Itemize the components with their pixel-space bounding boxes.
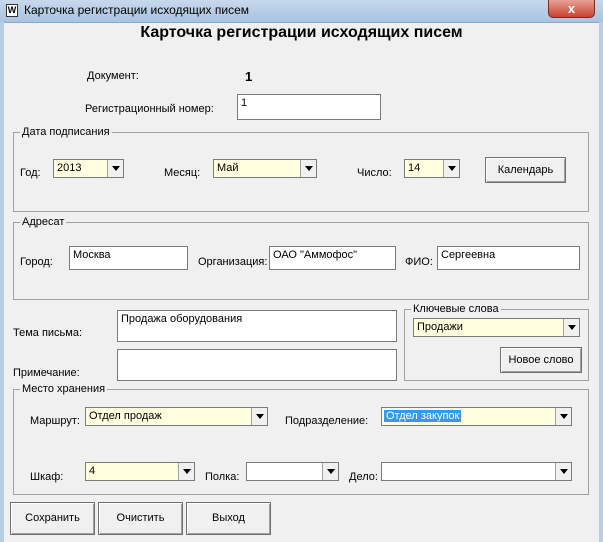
save-button[interactable]: Сохранить xyxy=(10,502,95,535)
cabinet-combo[interactable]: 4 xyxy=(85,462,195,481)
department-value: Отдел закупок xyxy=(384,410,462,422)
document-value: 1 xyxy=(245,69,253,84)
chevron-down-icon[interactable] xyxy=(555,463,571,480)
case-combo[interactable] xyxy=(381,462,572,481)
case-label: Дело: xyxy=(349,471,378,483)
form-heading: Карточка регистрации исходящих писем xyxy=(140,24,463,41)
fio-label: ФИО: xyxy=(405,256,433,268)
chevron-down-icon[interactable] xyxy=(322,463,338,480)
note-input[interactable] xyxy=(117,349,397,381)
organization-input[interactable]: ОАО "Аммофос" xyxy=(269,246,396,270)
route-value: Отдел продаж xyxy=(89,410,162,422)
signing-date-legend: Дата подписания xyxy=(20,126,112,138)
chevron-down-icon[interactable] xyxy=(178,463,194,480)
window-title: Карточка регистрации исходящих писем xyxy=(24,3,250,17)
shelf-label: Полка: xyxy=(205,471,240,483)
chevron-down-icon[interactable] xyxy=(300,160,316,177)
city-input[interactable]: Москва xyxy=(69,246,188,270)
city-label: Город: xyxy=(20,256,53,268)
department-label: Подразделение: xyxy=(285,415,369,427)
route-label: Маршрут: xyxy=(30,415,80,427)
reg-number-input[interactable]: 1 xyxy=(237,94,381,120)
day-value: 14 xyxy=(408,162,421,174)
document-label: Документ: xyxy=(87,70,139,82)
month-label: Месяц: xyxy=(164,167,201,179)
day-label: Число: xyxy=(357,167,392,179)
month-combo[interactable]: Май xyxy=(213,159,317,178)
route-combo[interactable]: Отдел продаж xyxy=(85,407,268,426)
year-value: 2013 xyxy=(57,162,82,174)
reg-number-label: Регистрационный номер: xyxy=(85,103,214,115)
new-word-button[interactable]: Новое слово xyxy=(500,347,582,373)
department-combo[interactable]: Отдел закупок xyxy=(381,407,572,426)
cabinet-value: 4 xyxy=(89,465,96,477)
chevron-down-icon[interactable] xyxy=(563,319,579,336)
chevron-down-icon[interactable] xyxy=(251,408,267,425)
organization-label: Организация: xyxy=(198,256,268,268)
day-combo[interactable]: 14 xyxy=(404,159,460,178)
chevron-down-icon[interactable] xyxy=(443,160,459,177)
year-label: Год: xyxy=(20,167,41,179)
close-button[interactable]: x xyxy=(548,0,595,18)
month-value: Май xyxy=(217,162,239,174)
note-label: Примечание: xyxy=(13,367,80,379)
chevron-down-icon[interactable] xyxy=(107,160,123,177)
keywords-value: Продажи xyxy=(417,321,463,333)
keywords-legend: Ключевые слова xyxy=(411,303,501,315)
storage-legend: Место хранения xyxy=(20,383,108,395)
subject-input[interactable]: Продажа оборудования xyxy=(117,310,397,342)
app-icon: W xyxy=(6,4,18,17)
chevron-down-icon[interactable] xyxy=(555,408,571,425)
addressee-legend: Адресат xyxy=(20,216,67,228)
close-icon: x xyxy=(567,1,576,16)
calendar-button[interactable]: Календарь xyxy=(485,157,566,183)
clear-button[interactable]: Очистить xyxy=(98,502,183,535)
year-combo[interactable]: 2013 xyxy=(53,159,124,178)
cabinet-label: Шкаф: xyxy=(30,471,64,483)
keywords-combo[interactable]: Продажи xyxy=(413,318,580,337)
shelf-combo[interactable] xyxy=(246,462,339,481)
fio-input[interactable]: Сергеевна xyxy=(437,246,580,270)
exit-button[interactable]: Выход xyxy=(186,502,271,535)
subject-label: Тема письма: xyxy=(13,327,83,339)
